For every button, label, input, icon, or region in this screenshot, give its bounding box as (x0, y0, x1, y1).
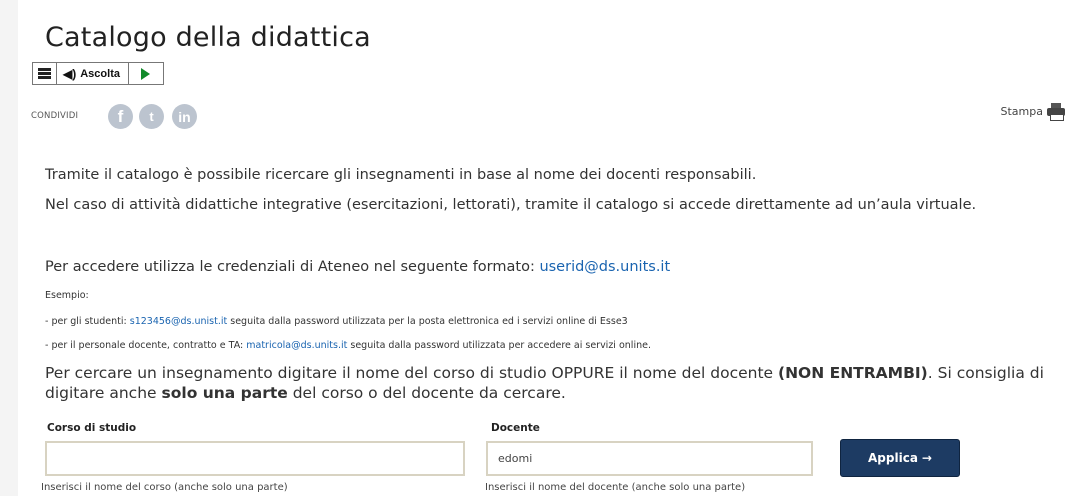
search-instructions: Per cercare un insegnamento digitare il … (45, 363, 1055, 403)
students-email-link[interactable]: s123456@ds.unist.it (130, 316, 227, 327)
intro-line-2: Nel caso di attività didattiche integrat… (45, 197, 977, 213)
play-icon (141, 67, 151, 80)
player-menu-button[interactable] (33, 63, 57, 84)
docente-label: Docente (491, 422, 540, 434)
listen-label: Ascolta (80, 67, 120, 80)
corso-input[interactable] (45, 441, 465, 476)
print-label: Stampa (1000, 104, 1043, 118)
menu-icon (38, 68, 51, 79)
docente-input[interactable] (486, 441, 813, 476)
apply-button[interactable]: Applica → (840, 439, 960, 477)
staff-example: - per il personale docente, contratto e … (45, 340, 651, 351)
userid-link[interactable]: userid@ds.units.it (539, 259, 670, 275)
linkedin-share-icon[interactable]: in (172, 104, 197, 129)
intro-line-1: Tramite il catalogo è possibile ricercar… (45, 167, 757, 183)
arrow-right-icon: → (921, 451, 932, 465)
students-suffix: seguita dalla password utilizzata per la… (227, 316, 628, 327)
printer-icon (1047, 103, 1065, 121)
twitter-share-icon[interactable]: t (139, 104, 164, 129)
students-prefix: - per gli studenti: (45, 316, 130, 327)
left-gutter (0, 0, 18, 496)
search-hint-part5: del corso o del docente da cercare. (287, 384, 566, 402)
search-hint-emphasis-2: solo una parte (161, 384, 288, 402)
share-label: CONDIVIDI (31, 111, 79, 121)
docente-help-text: Inserisci il nome del docente (anche sol… (485, 482, 746, 493)
access-instructions: Per accedere utilizza le credenziali di … (45, 259, 670, 275)
facebook-share-icon[interactable]: f (108, 104, 133, 129)
search-hint-emphasis: (NON ENTRAMBI) (778, 364, 928, 382)
play-button[interactable] (129, 63, 163, 84)
staff-suffix: seguita dalla password utilizzata per ac… (347, 340, 651, 351)
print-link[interactable]: Stampa (1000, 103, 1065, 121)
page-title: Catalogo della didattica (45, 22, 371, 53)
speaker-icon: ◀) (63, 66, 77, 81)
search-hint-part1: Per cercare un insegnamento digitare il … (45, 364, 778, 382)
listen-toolbar: ◀) Ascolta (32, 62, 164, 85)
staff-email-link[interactable]: matricola@ds.units.it (246, 340, 347, 351)
staff-prefix: - per il personale docente, contratto e … (45, 340, 247, 351)
apply-label: Applica (868, 451, 918, 465)
listen-button[interactable]: ◀) Ascolta (57, 63, 129, 84)
students-example: - per gli studenti: s123456@ds.unist.it … (45, 316, 628, 327)
access-text: Per accedere utilizza le credenziali di … (45, 259, 540, 275)
corso-help-text: Inserisci il nome del corso (anche solo … (41, 482, 288, 493)
example-label: Esempio: (45, 290, 89, 301)
corso-label: Corso di studio (47, 422, 137, 434)
